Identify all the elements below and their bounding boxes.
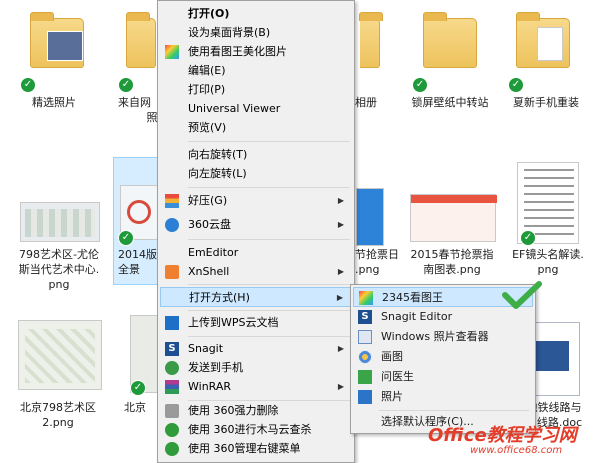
menu-item-universal-viewer[interactable]: Universal Viewer bbox=[160, 99, 352, 119]
file-label[interactable]: 北京798艺术区 bbox=[8, 400, 108, 415]
menu-separator bbox=[188, 141, 350, 142]
file-label[interactable]: 2014版 bbox=[118, 247, 158, 262]
menu-separator bbox=[188, 284, 350, 285]
watermark-logo: Office教程学习网 bbox=[428, 425, 577, 446]
menu-item-print[interactable]: 打印(P) bbox=[160, 80, 352, 100]
submenu-item-snagit-editor[interactable]: S Snagit Editor bbox=[353, 307, 533, 327]
submenu-arrow-icon: ▶ bbox=[337, 220, 344, 229]
winrar-icon bbox=[165, 380, 179, 394]
sync-check-icon: ✓ bbox=[118, 230, 134, 246]
menu-item-xnshell[interactable]: XnShell ▶ bbox=[160, 262, 352, 282]
menu-item-edit[interactable]: 编辑(E) bbox=[160, 61, 352, 81]
phone-icon bbox=[165, 361, 179, 375]
file-label-line2: png bbox=[537, 263, 559, 276]
submenu-item-windows-photo-viewer[interactable]: Windows 照片查看器 bbox=[353, 327, 533, 347]
menu-item-winrar[interactable]: WinRAR ▶ bbox=[160, 377, 352, 397]
photo-preview bbox=[47, 31, 83, 61]
cloud-drive-icon bbox=[165, 218, 179, 232]
menu-item-haozip[interactable]: 好压(G) ▶ bbox=[160, 191, 352, 211]
haozip-icon bbox=[165, 194, 179, 208]
submenu-arrow-icon: ▶ bbox=[337, 267, 344, 276]
file-label-line2: 全景 bbox=[118, 263, 140, 276]
submenu-item-paint[interactable]: 画图 bbox=[353, 347, 533, 367]
file-label[interactable]: 精选照片 bbox=[8, 95, 100, 110]
menu-item-beautify[interactable]: 使用看图王美化图片 bbox=[160, 42, 352, 62]
sync-check-icon: ✓ bbox=[118, 77, 134, 93]
document-preview bbox=[537, 27, 563, 61]
image-thumbnail[interactable] bbox=[18, 320, 102, 390]
photo-viewer-icon bbox=[358, 330, 372, 344]
menu-item-wps-upload[interactable]: 上传到WPS云文档 bbox=[160, 313, 352, 333]
file-label[interactable]: 锁屏壁纸中转站 bbox=[404, 95, 496, 110]
file-label-line2: 斯当代艺术中心. bbox=[18, 263, 100, 276]
file-label[interactable]: 798艺术区-尤伦 bbox=[10, 247, 108, 262]
watermark-url: www.office68.com bbox=[470, 445, 563, 456]
submenu-arrow-icon: ▶ bbox=[336, 293, 343, 302]
file-label-line2: 2.png bbox=[42, 416, 74, 429]
xnshell-icon bbox=[165, 265, 179, 279]
file-label[interactable]: 夏新手机重装 bbox=[500, 95, 592, 110]
menu-item-360-trojan-scan[interactable]: 使用 360进行木马云查杀 bbox=[160, 420, 352, 440]
2345-viewer-icon bbox=[359, 291, 373, 305]
colorful-app-icon bbox=[165, 45, 179, 59]
menu-item-rotate-right[interactable]: 向右旋转(T) bbox=[160, 145, 352, 165]
menu-item-preview[interactable]: 预览(V) bbox=[160, 118, 352, 138]
folder-icon[interactable] bbox=[423, 12, 477, 68]
doctor-app-icon bbox=[358, 370, 372, 384]
submenu-arrow-icon: ▶ bbox=[337, 344, 344, 353]
file-label[interactable]: 相册 bbox=[355, 95, 385, 110]
menu-item-emeditor[interactable]: EmEditor bbox=[160, 243, 352, 263]
snagit-icon: S bbox=[165, 342, 179, 356]
image-thumbnail[interactable] bbox=[410, 194, 497, 242]
checkmark-annotation-icon bbox=[502, 281, 542, 309]
folder-icon[interactable] bbox=[516, 12, 570, 68]
photos-app-icon bbox=[358, 390, 372, 404]
menu-separator bbox=[188, 310, 350, 311]
file-label[interactable]: 节抢票日 bbox=[355, 247, 405, 262]
submenu-item-ask-doctor[interactable]: 问医生 bbox=[353, 367, 533, 387]
shield-icon bbox=[165, 423, 179, 437]
submenu-item-photos[interactable]: 照片 bbox=[353, 387, 533, 407]
menu-item-open[interactable]: 打开(O) bbox=[160, 4, 352, 24]
file-label-line2: 南图表.png bbox=[423, 263, 481, 276]
menu-separator bbox=[379, 410, 529, 411]
menu-item-snagit[interactable]: S Snagit ▶ bbox=[160, 339, 352, 359]
file-label[interactable]: 2015春节抢票指 bbox=[404, 247, 500, 262]
menu-item-rotate-left[interactable]: 向左旋转(L) bbox=[160, 164, 352, 184]
file-label-line3: png bbox=[48, 278, 70, 291]
snagit-icon: S bbox=[358, 310, 372, 324]
menu-item-open-with[interactable]: 打开方式(H) ▶ bbox=[160, 287, 352, 307]
folder-icon[interactable] bbox=[126, 12, 156, 68]
wps-cloud-icon bbox=[165, 316, 179, 330]
menu-item-360-cloud[interactable]: 360云盘 ▶ bbox=[160, 215, 352, 235]
file-label[interactable]: EF镜头名解读. bbox=[500, 247, 596, 262]
sync-check-icon: ✓ bbox=[412, 77, 428, 93]
paint-palette-icon bbox=[358, 350, 372, 364]
sync-check-icon: ✓ bbox=[130, 380, 146, 396]
folder-icon[interactable] bbox=[30, 12, 84, 68]
menu-item-360-force-delete[interactable]: 使用 360强力删除 bbox=[160, 401, 352, 421]
file-label[interactable]: 北京 bbox=[124, 400, 158, 415]
menu-separator bbox=[188, 187, 350, 188]
context-menu: 打开(O) 设为桌面背景(B) 使用看图王美化图片 编辑(E) 打印(P) Un… bbox=[157, 0, 355, 463]
menu-separator bbox=[188, 336, 350, 337]
trash-icon bbox=[165, 404, 179, 418]
submenu-arrow-icon: ▶ bbox=[337, 382, 344, 391]
menu-item-set-wallpaper[interactable]: 设为桌面背景(B) bbox=[160, 23, 352, 43]
file-label[interactable]: 来自网 bbox=[118, 95, 158, 110]
sync-check-icon: ✓ bbox=[520, 230, 536, 246]
menu-item-360-manage-menu[interactable]: 使用 360管理右键菜单 bbox=[160, 439, 352, 459]
image-thumbnail[interactable] bbox=[20, 202, 100, 242]
submenu-arrow-icon: ▶ bbox=[337, 196, 344, 205]
folder-icon[interactable] bbox=[359, 12, 383, 68]
sync-check-icon: ✓ bbox=[508, 77, 524, 93]
menu-item-send-to-phone[interactable]: 发送到手机 bbox=[160, 358, 352, 378]
file-label-line2: .png bbox=[355, 263, 380, 276]
menu-separator bbox=[188, 239, 350, 240]
image-thumbnail bbox=[356, 188, 384, 246]
sync-check-icon: ✓ bbox=[20, 77, 36, 93]
shield-icon bbox=[165, 442, 179, 456]
